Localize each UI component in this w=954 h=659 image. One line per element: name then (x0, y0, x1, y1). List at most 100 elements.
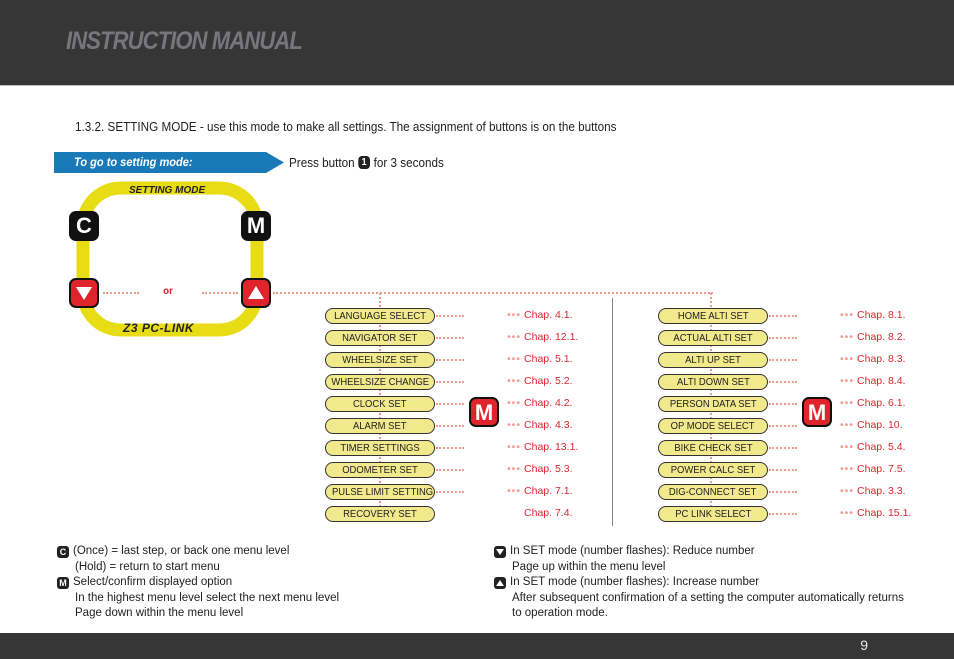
menu-item[interactable]: TIMER SETTINGS (325, 440, 435, 456)
dotted-connector (103, 292, 139, 294)
legend-left: C (Once) = last step, or back one menu le… (57, 544, 339, 622)
dotted-leader: ••• (840, 331, 855, 343)
chapter-label: Chap. 15.1. (857, 507, 912, 519)
menu-item-label: RECOVERY SET (343, 508, 417, 520)
up-triangle-icon (248, 286, 264, 299)
menu-item[interactable]: OP MODE SELECT (658, 418, 768, 434)
menu-item[interactable]: ACTUAL ALTI SET (658, 330, 768, 346)
m-button-left[interactable]: M (469, 397, 499, 427)
menu-item-label: HOME ALTI SET (677, 310, 749, 322)
legend-text: (Hold) = return to start menu (75, 560, 220, 573)
column-divider (612, 298, 613, 526)
chapter-reference: •••Chap. 7.4. (507, 507, 572, 519)
dotted-leader: ••• (507, 397, 522, 409)
section-intro: 1.3.2. SETTING MODE - use this mode to m… (75, 119, 617, 134)
chapter-label: Chap. 8.4. (857, 375, 906, 387)
chapter-reference: ••• Chap. 13.1. (507, 441, 578, 453)
chapter-label: Chap. 7.5. (857, 463, 906, 475)
dotted-leader: ••• (840, 397, 855, 409)
dotted-connector (436, 469, 464, 471)
menu-item[interactable]: NAVIGATOR SET (325, 330, 435, 346)
chapter-reference: ••• Chap. 7.5. (840, 463, 905, 475)
dotted-connector (769, 337, 797, 339)
dotted-connector (769, 491, 797, 493)
legend-text: In the highest menu level select the nex… (75, 591, 340, 604)
menu-item-label: ODOMETER SET (342, 464, 418, 476)
menu-item[interactable]: ALARM SET (325, 418, 435, 434)
device-frame (76, 181, 264, 337)
dotted-leader: ••• (507, 309, 522, 321)
menu-item[interactable]: ODOMETER SET (325, 462, 435, 478)
dotted-connector (769, 381, 797, 383)
menu-item[interactable]: WHEELSIZE CHANGE (325, 374, 435, 390)
menu-item-label: PC LINK SELECT (674, 508, 752, 520)
legend-right: In SET mode (number flashes): Reduce num… (494, 544, 904, 622)
menu-item[interactable]: RECOVERY SET (325, 506, 435, 522)
menu-item[interactable]: BIKE CHECK SET (658, 440, 768, 456)
menu-item[interactable]: ALTI UP SET (658, 352, 768, 368)
menu-item[interactable]: PERSON DATA SET (658, 396, 768, 412)
menu-item-label: ALTI UP SET (685, 354, 741, 366)
device-top-label: SETTING MODE (129, 185, 206, 196)
dotted-connector (436, 315, 464, 317)
legend-text: In SET mode (number flashes): Reduce num… (510, 545, 755, 557)
down-button[interactable] (69, 278, 99, 308)
chapter-label: Chap. 7.4. (524, 507, 573, 519)
up-button[interactable] (241, 278, 271, 308)
dotted-leader: ••• (507, 485, 522, 497)
m-key-icon: M (57, 576, 69, 589)
chapter-label: Chap. 12.1. (524, 331, 579, 343)
dotted-leader: ••• (840, 507, 855, 519)
page-header: INSTRUCTION MANUAL (0, 0, 954, 86)
dotted-connector (202, 292, 238, 294)
up-key-icon (494, 576, 506, 589)
dotted-connector (769, 447, 797, 449)
dotted-connector (436, 403, 464, 405)
menu-item-label: ALARM SET (353, 420, 407, 432)
dotted-leader: ••• (840, 353, 855, 365)
menu-item[interactable]: WHEELSIZE SET (325, 352, 435, 368)
chapter-reference: ••• Chap. 3.3. (840, 485, 905, 497)
menu-item-label: ACTUAL ALTI SET (673, 332, 753, 344)
chapter-reference: ••• Chap. 4.3. (507, 419, 572, 431)
menu-item[interactable]: PC LINK SELECT (658, 506, 768, 522)
device-diagram: SETTING MODE Z3 PC-LINK (75, 180, 275, 340)
dotted-leader: ••• (840, 441, 855, 453)
chapter-reference: ••• Chap. 8.4. (840, 375, 905, 387)
menu-item[interactable]: ALTI DOWN SET (658, 374, 768, 390)
chapter-reference: ••• Chap. 4.2. (507, 397, 572, 409)
m-button-right[interactable]: M (802, 397, 832, 427)
page-number: 9 (860, 637, 868, 653)
chapter-reference: ••• Chap. 8.2. (840, 331, 905, 343)
legend-text: (Once) = last step, or back one menu lev… (73, 545, 290, 557)
menu-item[interactable]: LANGUAGE SELECT (325, 308, 435, 324)
page-footer: 9 (0, 633, 954, 659)
dotted-connector-main (273, 292, 713, 294)
dotted-leader: ••• (840, 485, 855, 497)
chapter-reference: ••• Chap. 7.1. (507, 485, 572, 497)
menu-item[interactable]: HOME ALTI SET (658, 308, 768, 324)
legend-text: After subsequent confirmation of a setti… (512, 591, 904, 604)
dotted-leader: ••• (507, 331, 522, 343)
chapter-label: Chap. 4.2. (524, 397, 573, 409)
menu-item[interactable]: PULSE LIMIT SETTINGS (325, 484, 435, 500)
menu-item[interactable]: DIG-CONNECT SET (658, 484, 768, 500)
m-button[interactable]: M (241, 211, 271, 241)
chapter-reference: ••• Chap. 10. (840, 419, 903, 431)
chapter-label: Chap. 8.3. (857, 353, 906, 365)
menu-item-label: OP MODE SELECT (671, 420, 755, 432)
legend-text: Page up within the menu level (512, 560, 666, 573)
dotted-connector (769, 425, 797, 427)
chapter-reference: ••• Chap. 12.1. (507, 331, 578, 343)
menu-item[interactable]: POWER CALC SET (658, 462, 768, 478)
menu-item-label: POWER CALC SET (670, 464, 756, 476)
chapter-label: Chap. 6.1. (857, 397, 906, 409)
chapter-reference: ••• Chap. 8.1. (840, 309, 905, 321)
c-button[interactable]: C (69, 211, 99, 241)
legend-text: Select/confirm displayed option (73, 576, 233, 588)
menu-item-label: CLOCK SET (353, 398, 407, 410)
or-label: or (163, 286, 173, 297)
menu-item[interactable]: CLOCK SET (325, 396, 435, 412)
chapter-label: Chap. 4.1. (524, 309, 573, 321)
dotted-connector (436, 425, 464, 427)
